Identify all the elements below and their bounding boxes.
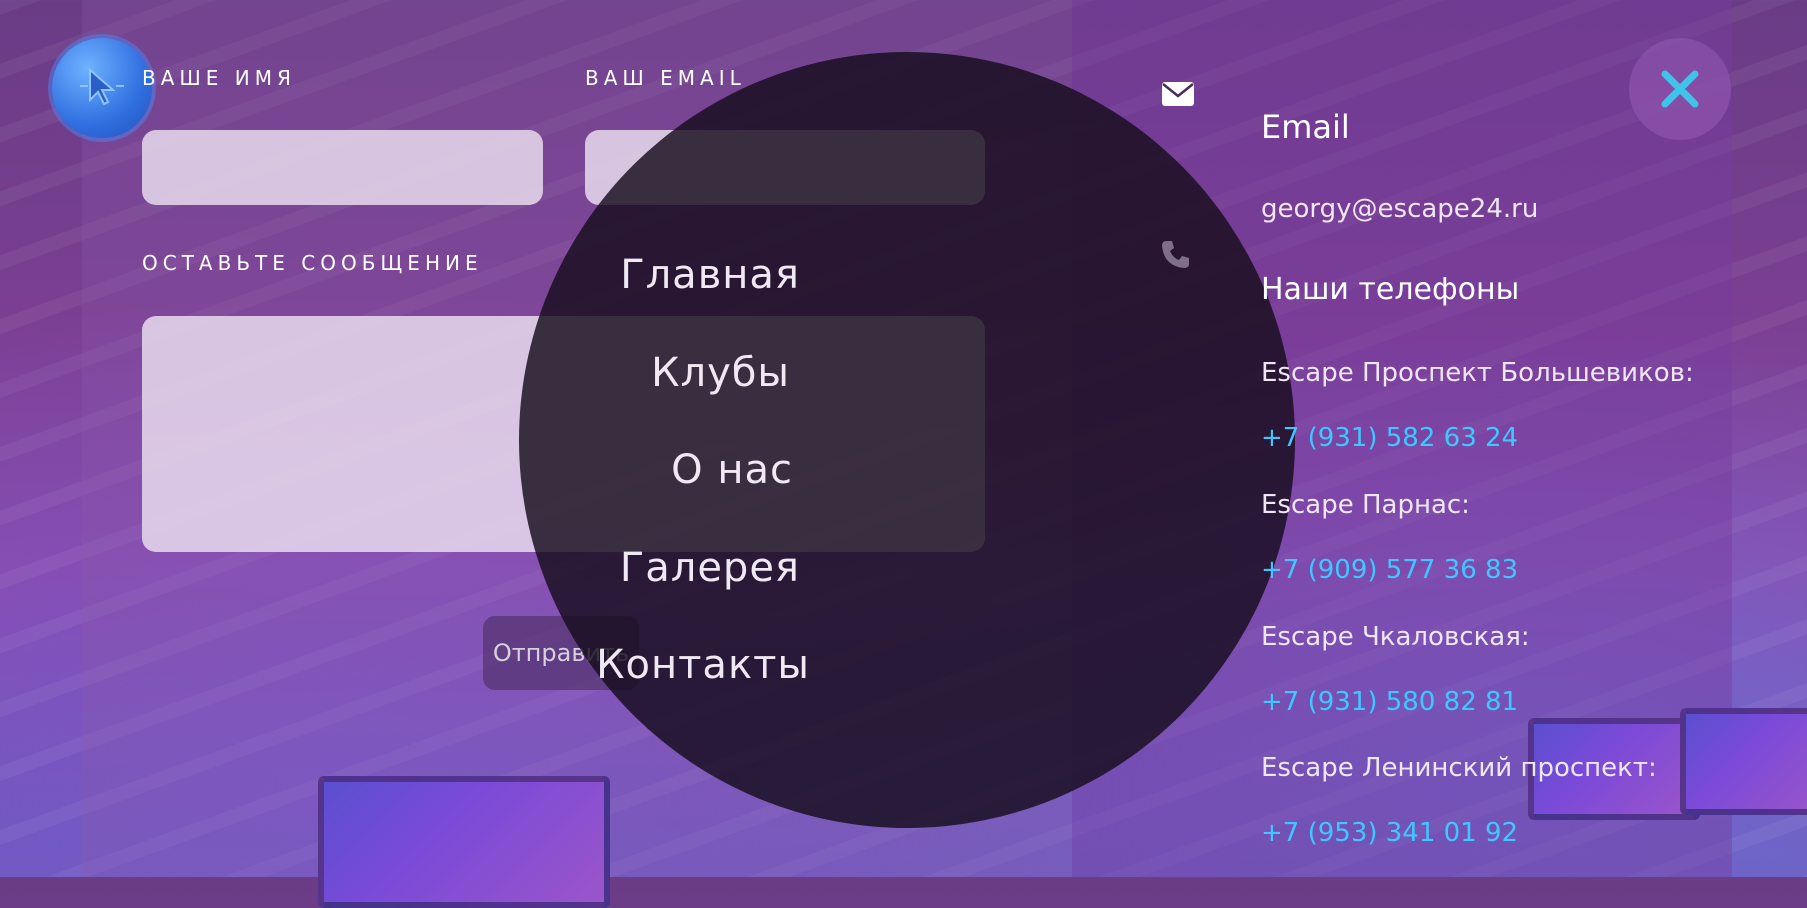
club-name: Escape Ленинский проспект: (1261, 753, 1657, 783)
nav-item-home[interactable]: Главная (300, 252, 800, 298)
close-icon[interactable] (1629, 38, 1731, 140)
club-name: Escape Чкаловская: (1261, 622, 1530, 652)
email-label: ВАШ EMAIL (585, 66, 746, 90)
name-input[interactable] (142, 130, 543, 205)
nav-menu-overlay: Главная Клубы О нас Галерея Контакты (519, 52, 1295, 828)
background-monitor (318, 776, 610, 908)
envelope-icon (1162, 82, 1194, 110)
name-label: ВАШЕ ИМЯ (142, 66, 296, 90)
club-phone[interactable]: +7 (909) 577 36 83 (1261, 555, 1518, 585)
phone-icon (1160, 238, 1192, 274)
club-name: Escape Парнас: (1261, 490, 1470, 520)
club-phone[interactable]: +7 (931) 580 82 81 (1261, 687, 1518, 717)
cursor-icon[interactable] (52, 38, 152, 138)
nav-item-about[interactable]: О нас (293, 447, 793, 493)
club-phone[interactable]: +7 (931) 582 63 24 (1261, 423, 1518, 453)
club-phone[interactable]: +7 (953) 341 01 92 (1261, 818, 1518, 848)
background-monitor (1680, 708, 1807, 815)
email-value[interactable]: georgy@escape24.ru (1261, 194, 1538, 224)
email-heading: Email (1261, 108, 1350, 146)
nav-item-contacts[interactable]: Контакты (310, 642, 810, 688)
club-name: Escape Проспект Большевиков: (1261, 358, 1694, 388)
nav-item-gallery[interactable]: Галерея (300, 545, 800, 591)
phones-heading: Наши телефоны (1261, 272, 1520, 307)
nav-item-clubs[interactable]: Клубы (290, 350, 790, 396)
